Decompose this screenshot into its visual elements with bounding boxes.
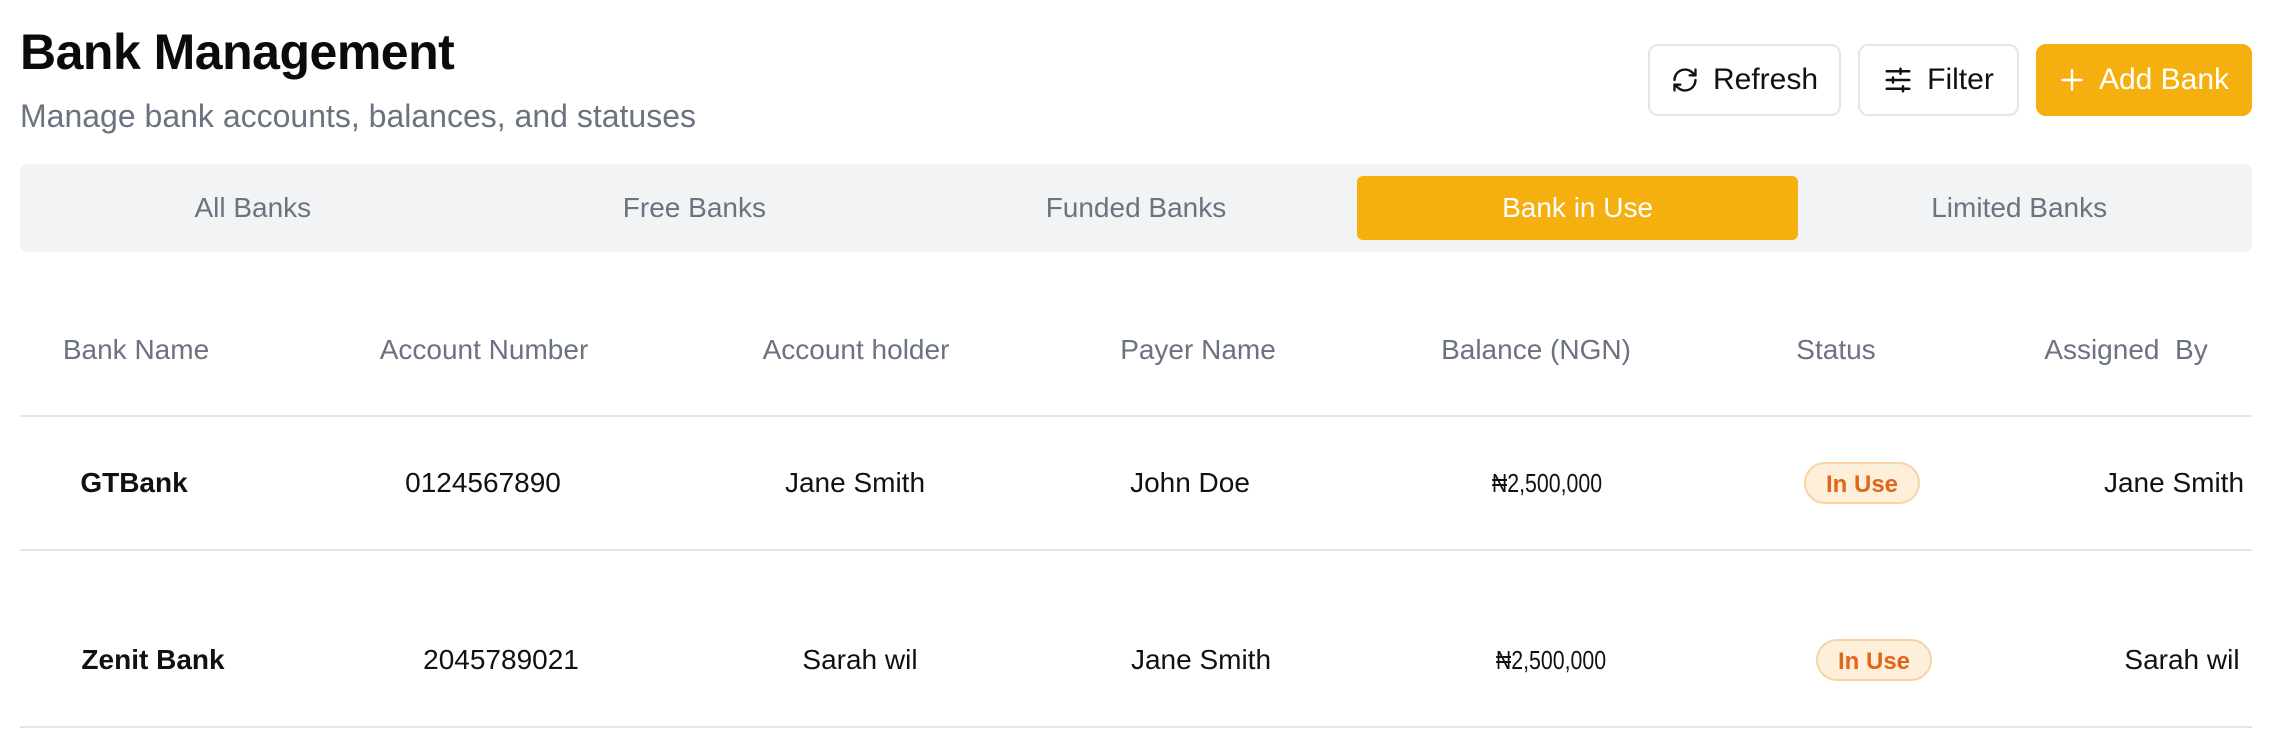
bank-name-cell: Zenit Bank [81,644,225,675]
column-header-status: Status [1796,334,1876,365]
refresh-button[interactable]: Refresh [1648,44,1841,116]
table-header: Bank Name Account Number Account holder … [20,300,2252,417]
tab-funded-banks[interactable]: Funded Banks [915,176,1357,240]
payer-name-cell: Jane Smith [1130,644,1272,675]
table-row[interactable]: GTBank 0124567890 Jane Smith John Doe ₦2… [20,417,2252,551]
status-badge: In Use [1803,462,1921,504]
column-header-assigned-by: Assigned By [2044,334,2208,365]
status-cell: In Use [1815,639,1933,681]
balance-cell: ₦2,500,000 [1491,468,1603,498]
column-header-account-number: Account Number [379,334,589,365]
status-cell: In Use [1803,462,1921,504]
sliders-icon [1883,65,1913,95]
assigned-by-cell: Jane Smith [2103,467,2245,498]
table-row[interactable]: Zenit Bank 2045789021 Sarah wil Jane Smi… [20,551,2252,728]
status-badge: In Use [1815,639,1933,681]
filter-label: Filter [1927,63,1994,96]
add-bank-label: Add Bank [2098,63,2230,96]
tab-bank-in-use[interactable]: Bank in Use [1356,176,1799,240]
column-header-payer-name: Payer Name [1120,334,1276,365]
column-header-account-holder: Account holder [762,334,950,365]
account-number-cell: 2045789021 [423,644,579,675]
tab-limited-banks[interactable]: Limited Banks [1798,176,2240,240]
column-header-bank-name: Bank Name [62,334,210,365]
payer-name-cell: John Doe [1130,467,1250,498]
filter-button[interactable]: Filter [1858,44,2019,116]
page-subtitle: Manage bank accounts, balances, and stat… [20,98,696,134]
account-holder-cell: Sarah wil [802,644,918,675]
plus-icon [2059,67,2085,93]
tab-all-banks[interactable]: All Banks [32,176,474,240]
account-number-cell: 0124567890 [405,467,561,498]
column-header-balance: Balance (NGN) [1441,334,1631,365]
refresh-label: Refresh [1712,63,1819,96]
balance-cell: ₦2,500,000 [1495,645,1607,675]
bank-name-cell: GTBank [80,467,188,498]
refresh-icon [1671,66,1699,94]
tab-free-banks[interactable]: Free Banks [474,176,916,240]
header-actions: Refresh Filter Add Bank [1648,44,2252,116]
assigned-by-cell: Sarah wil [2124,644,2240,675]
account-holder-cell: Jane Smith [784,467,926,498]
bank-tabs: All Banks Free Banks Funded Banks Bank i… [20,164,2252,252]
add-bank-button[interactable]: Add Bank [2036,44,2252,116]
page-title: Bank Management [20,24,455,80]
